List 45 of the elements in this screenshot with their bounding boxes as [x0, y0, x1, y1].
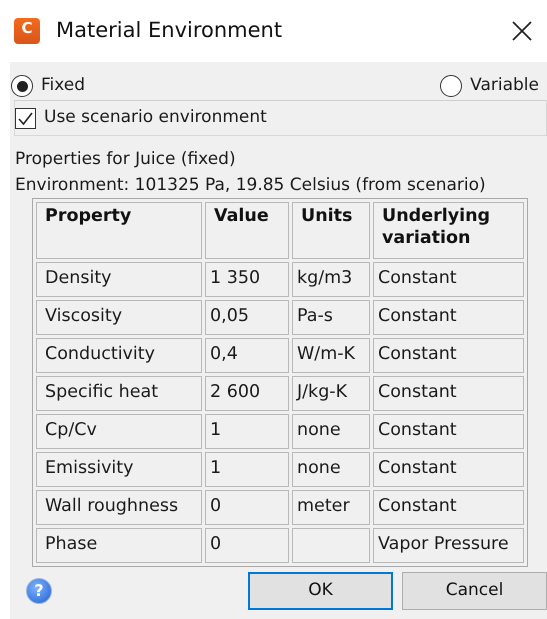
column-header: Property [36, 202, 202, 259]
table-cell: Specific heat [36, 376, 202, 411]
info-text: Properties for Juice (fixed) [15, 148, 236, 171]
table-cell: none [292, 414, 370, 449]
table-cell: Constant [373, 262, 524, 297]
table-cell: W/m-K [292, 338, 370, 373]
table-cell: Cp/Cv [36, 414, 202, 449]
table-cell: J/kg-K [292, 376, 370, 411]
table-cell: Constant [373, 338, 524, 373]
table-cell: 1 [205, 452, 289, 487]
table-cell: Density [36, 262, 202, 297]
table-cell: 0,05 [205, 300, 289, 335]
table-cell: Viscosity [36, 300, 202, 335]
info-text: Environment: 101325 Pa, 19.85 Celsius (from scenario) [15, 174, 486, 197]
table-cell: 2 600 [205, 376, 289, 411]
table-cell: Vapor Pressure [373, 528, 524, 563]
table-cell: 0 [205, 490, 289, 525]
column-header: Units [292, 202, 370, 259]
table-cell: 1 350 [205, 262, 289, 297]
ok-button[interactable]: OK [248, 572, 393, 610]
app-icon: C [14, 18, 40, 44]
table-cell: 0,4 [205, 338, 289, 373]
radio-option[interactable]: Variable [440, 73, 539, 99]
table-cell: Wall roughness [36, 490, 202, 525]
table-cell: meter [292, 490, 370, 525]
table-cell: kg/m3 [292, 262, 370, 297]
radio-option[interactable]: Fixed [11, 73, 86, 99]
table-cell: Phase [36, 528, 202, 563]
table-cell: 0 [205, 528, 289, 563]
column-header: Value [205, 202, 289, 259]
cancel-button[interactable]: Cancel [402, 572, 547, 610]
table-cell: Constant [373, 300, 524, 335]
table-cell: Constant [373, 452, 524, 487]
close-button[interactable] [511, 20, 533, 42]
table-cell: Constant [373, 490, 524, 525]
table-cell: 1 [205, 414, 289, 449]
table-cell: Constant [373, 376, 524, 411]
table-cell: Constant [373, 414, 524, 449]
table-cell: Pa-s [292, 300, 370, 335]
table-cell: Emissivity [36, 452, 202, 487]
table-cell: none [292, 452, 370, 487]
window-title: Material Environment [56, 17, 282, 44]
table-cell: Conductivity [36, 338, 202, 373]
checkmark-icon [17, 110, 34, 126]
column-header: Underlying variation [373, 202, 524, 259]
